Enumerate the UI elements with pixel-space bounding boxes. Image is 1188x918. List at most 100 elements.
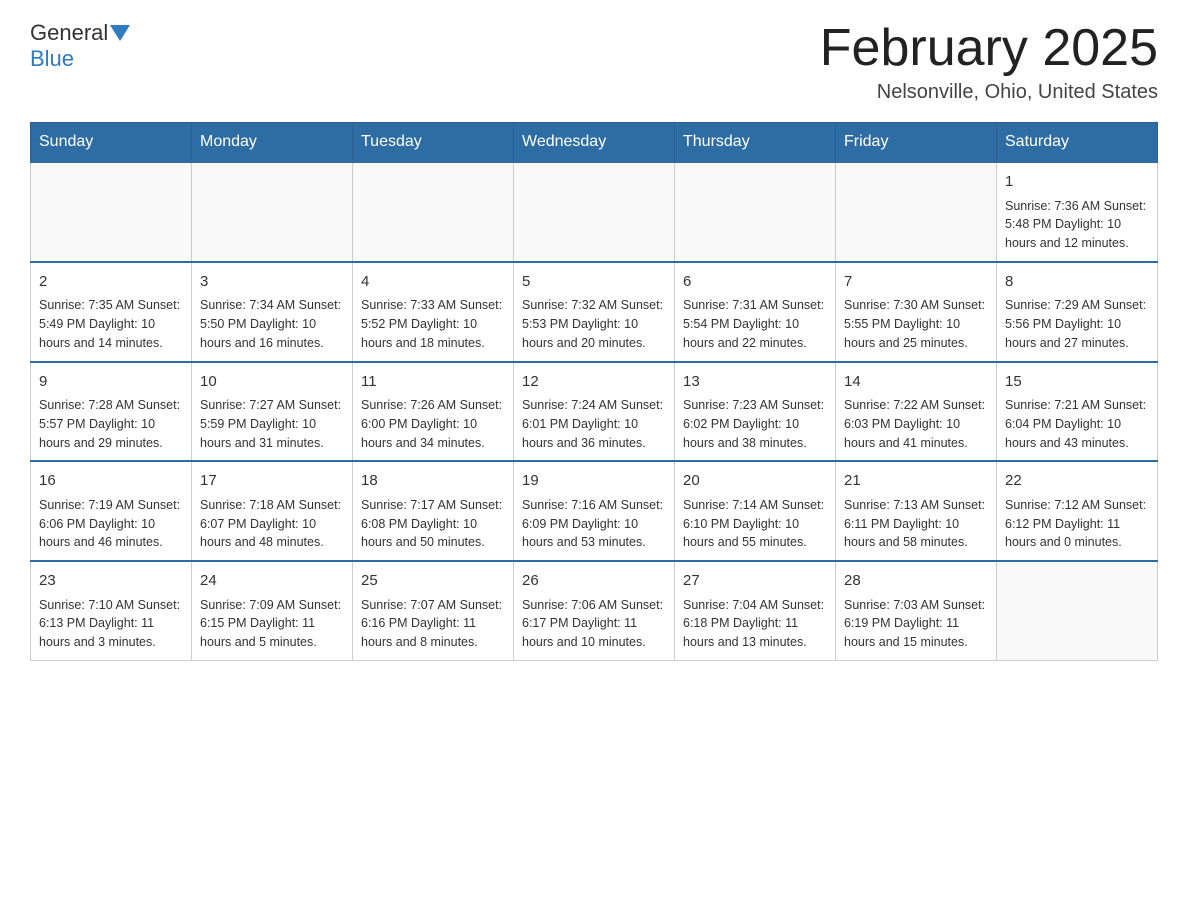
- day-number: 5: [522, 271, 666, 294]
- calendar-cell: 16Sunrise: 7:19 AM Sunset: 6:06 PM Dayli…: [31, 461, 192, 561]
- calendar-body: 1 Sunrise: 7:36 AM Sunset: 5:48 PM Daylig…: [31, 162, 1158, 660]
- calendar-cell: 2Sunrise: 7:35 AM Sunset: 5:49 PM Daylig…: [31, 262, 192, 362]
- calendar-week-row: 2Sunrise: 7:35 AM Sunset: 5:49 PM Daylig…: [31, 262, 1158, 362]
- day-of-week-header: Tuesday: [353, 123, 514, 163]
- day-info: Sunrise: 7:22 AM Sunset: 6:03 PM Dayligh…: [844, 396, 988, 452]
- calendar-cell: 8Sunrise: 7:29 AM Sunset: 5:56 PM Daylig…: [997, 262, 1158, 362]
- calendar-cell: 14Sunrise: 7:22 AM Sunset: 6:03 PM Dayli…: [836, 362, 997, 462]
- day-info: Sunrise: 7:03 AM Sunset: 6:19 PM Dayligh…: [844, 596, 988, 652]
- day-info: Sunrise: 7:32 AM Sunset: 5:53 PM Dayligh…: [522, 296, 666, 352]
- calendar-cell: 20 Sunrise: 7:14 AM Sunset: 6:10 PM Dayli…: [675, 461, 836, 561]
- day-info: Sunrise: 7:28 AM Sunset: 5:57 PM Dayligh…: [39, 396, 183, 452]
- calendar-subtitle: Nelsonville, Ohio, United States: [820, 81, 1158, 104]
- day-number: 18: [361, 470, 505, 493]
- calendar-cell: 24Sunrise: 7:09 AM Sunset: 6:15 PM Dayli…: [192, 561, 353, 660]
- calendar-cell: [675, 162, 836, 262]
- day-info: Sunrise: 7:06 AM Sunset: 6:17 PM Dayligh…: [522, 596, 666, 652]
- calendar-cell: 23 Sunrise: 7:10 AM Sunset: 6:13 PM Dayli…: [31, 561, 192, 660]
- calendar-cell: 11Sunrise: 7:26 AM Sunset: 6:00 PM Dayli…: [353, 362, 514, 462]
- day-info: Sunrise: 7:34 AM Sunset: 5:50 PM Dayligh…: [200, 296, 344, 352]
- day-info: Sunrise: 7:27 AM Sunset: 5:59 PM Dayligh…: [200, 396, 344, 452]
- day-number: 11: [361, 371, 505, 394]
- day-number: 8: [1005, 271, 1149, 294]
- calendar-table: SundayMondayTuesdayWednesdayThursdayFrid…: [30, 122, 1158, 661]
- calendar-cell: 22Sunrise: 7:12 AM Sunset: 6:12 PM Dayli…: [997, 461, 1158, 561]
- logo-arrow-icon: [110, 25, 130, 41]
- day-of-week-header: Saturday: [997, 123, 1158, 163]
- day-info: Sunrise: 7:35 AM Sunset: 5:49 PM Dayligh…: [39, 296, 183, 352]
- day-number: 19: [522, 470, 666, 493]
- day-number: 6: [683, 271, 827, 294]
- day-info: Sunrise: 7:23 AM Sunset: 6:02 PM Dayligh…: [683, 396, 827, 452]
- calendar-cell: 4Sunrise: 7:33 AM Sunset: 5:52 PM Daylig…: [353, 262, 514, 362]
- day-info: Sunrise: 7:10 AM Sunset: 6:13 PM Dayligh…: [39, 596, 183, 652]
- calendar-cell: [514, 162, 675, 262]
- calendar-cell: 27 Sunrise: 7:04 AM Sunset: 6:18 PM Dayli…: [675, 561, 836, 660]
- calendar-cell: 21 Sunrise: 7:13 AM Sunset: 6:11 PM Dayli…: [836, 461, 997, 561]
- day-of-week-header: Monday: [192, 123, 353, 163]
- day-info: Sunrise: 7:33 AM Sunset: 5:52 PM Dayligh…: [361, 296, 505, 352]
- day-info: Sunrise: 7:31 AM Sunset: 5:54 PM Dayligh…: [683, 296, 827, 352]
- day-number: 14: [844, 371, 988, 394]
- day-info: Sunrise: 7:17 AM Sunset: 6:08 PM Dayligh…: [361, 496, 505, 552]
- day-of-week-header: Sunday: [31, 123, 192, 163]
- day-number: 12: [522, 371, 666, 394]
- day-number: 23: [39, 570, 183, 593]
- day-number: 25: [361, 570, 505, 593]
- day-of-week-header: Friday: [836, 123, 997, 163]
- day-number: 21: [844, 470, 988, 493]
- day-info: Sunrise: 7:16 AM Sunset: 6:09 PM Dayligh…: [522, 496, 666, 552]
- day-info: Sunrise: 7:29 AM Sunset: 5:56 PM Dayligh…: [1005, 296, 1149, 352]
- calendar-cell: [836, 162, 997, 262]
- calendar-cell: 13Sunrise: 7:23 AM Sunset: 6:02 PM Dayli…: [675, 362, 836, 462]
- day-number: 27: [683, 570, 827, 593]
- day-number: 1: [1005, 171, 1149, 194]
- calendar-week-row: 9Sunrise: 7:28 AM Sunset: 5:57 PM Daylig…: [31, 362, 1158, 462]
- day-info: Sunrise: 7:30 AM Sunset: 5:55 PM Dayligh…: [844, 296, 988, 352]
- calendar-cell: [353, 162, 514, 262]
- logo: General Blue: [30, 20, 132, 72]
- calendar-cell: 26 Sunrise: 7:06 AM Sunset: 6:17 PM Dayli…: [514, 561, 675, 660]
- calendar-cell: 28Sunrise: 7:03 AM Sunset: 6:19 PM Dayli…: [836, 561, 997, 660]
- day-number: 13: [683, 371, 827, 394]
- day-info: Sunrise: 7:07 AM Sunset: 6:16 PM Dayligh…: [361, 596, 505, 652]
- calendar-cell: 7Sunrise: 7:30 AM Sunset: 5:55 PM Daylig…: [836, 262, 997, 362]
- calendar-week-row: 23 Sunrise: 7:10 AM Sunset: 6:13 PM Dayli…: [31, 561, 1158, 660]
- calendar-week-row: 1 Sunrise: 7:36 AM Sunset: 5:48 PM Daylig…: [31, 162, 1158, 262]
- day-number: 26: [522, 570, 666, 593]
- logo-blue-text: Blue: [30, 46, 74, 72]
- day-number: 20: [683, 470, 827, 493]
- calendar-cell: 19 Sunrise: 7:16 AM Sunset: 6:09 PM Dayli…: [514, 461, 675, 561]
- day-number: 7: [844, 271, 988, 294]
- calendar-cell: 1 Sunrise: 7:36 AM Sunset: 5:48 PM Daylig…: [997, 162, 1158, 262]
- day-number: 9: [39, 371, 183, 394]
- day-number: 15: [1005, 371, 1149, 394]
- calendar-cell: 12Sunrise: 7:24 AM Sunset: 6:01 PM Dayli…: [514, 362, 675, 462]
- calendar-week-row: 16Sunrise: 7:19 AM Sunset: 6:06 PM Dayli…: [31, 461, 1158, 561]
- calendar-cell: 10Sunrise: 7:27 AM Sunset: 5:59 PM Dayli…: [192, 362, 353, 462]
- day-number: 2: [39, 271, 183, 294]
- calendar-cell: 25 Sunrise: 7:07 AM Sunset: 6:16 PM Dayli…: [353, 561, 514, 660]
- day-of-week-header: Wednesday: [514, 123, 675, 163]
- day-info: Sunrise: 7:04 AM Sunset: 6:18 PM Dayligh…: [683, 596, 827, 652]
- day-info: Sunrise: 7:36 AM Sunset: 5:48 PM Dayligh…: [1005, 197, 1149, 253]
- calendar-title: February 2025: [820, 20, 1158, 77]
- calendar-cell: 5Sunrise: 7:32 AM Sunset: 5:53 PM Daylig…: [514, 262, 675, 362]
- calendar-cell: 17Sunrise: 7:18 AM Sunset: 6:07 PM Dayli…: [192, 461, 353, 561]
- day-number: 17: [200, 470, 344, 493]
- day-info: Sunrise: 7:24 AM Sunset: 6:01 PM Dayligh…: [522, 396, 666, 452]
- page-header: General Blue February 2025 Nelsonville, …: [30, 20, 1158, 104]
- day-info: Sunrise: 7:14 AM Sunset: 6:10 PM Dayligh…: [683, 496, 827, 552]
- day-number: 3: [200, 271, 344, 294]
- day-info: Sunrise: 7:21 AM Sunset: 6:04 PM Dayligh…: [1005, 396, 1149, 452]
- calendar-cell: 9Sunrise: 7:28 AM Sunset: 5:57 PM Daylig…: [31, 362, 192, 462]
- day-info: Sunrise: 7:13 AM Sunset: 6:11 PM Dayligh…: [844, 496, 988, 552]
- title-section: February 2025 Nelsonville, Ohio, United …: [820, 20, 1158, 104]
- day-number: 10: [200, 371, 344, 394]
- calendar-cell: [31, 162, 192, 262]
- day-info: Sunrise: 7:12 AM Sunset: 6:12 PM Dayligh…: [1005, 496, 1149, 552]
- day-info: Sunrise: 7:26 AM Sunset: 6:00 PM Dayligh…: [361, 396, 505, 452]
- calendar-header-row: SundayMondayTuesdayWednesdayThursdayFrid…: [31, 123, 1158, 163]
- day-number: 4: [361, 271, 505, 294]
- calendar-cell: 15Sunrise: 7:21 AM Sunset: 6:04 PM Dayli…: [997, 362, 1158, 462]
